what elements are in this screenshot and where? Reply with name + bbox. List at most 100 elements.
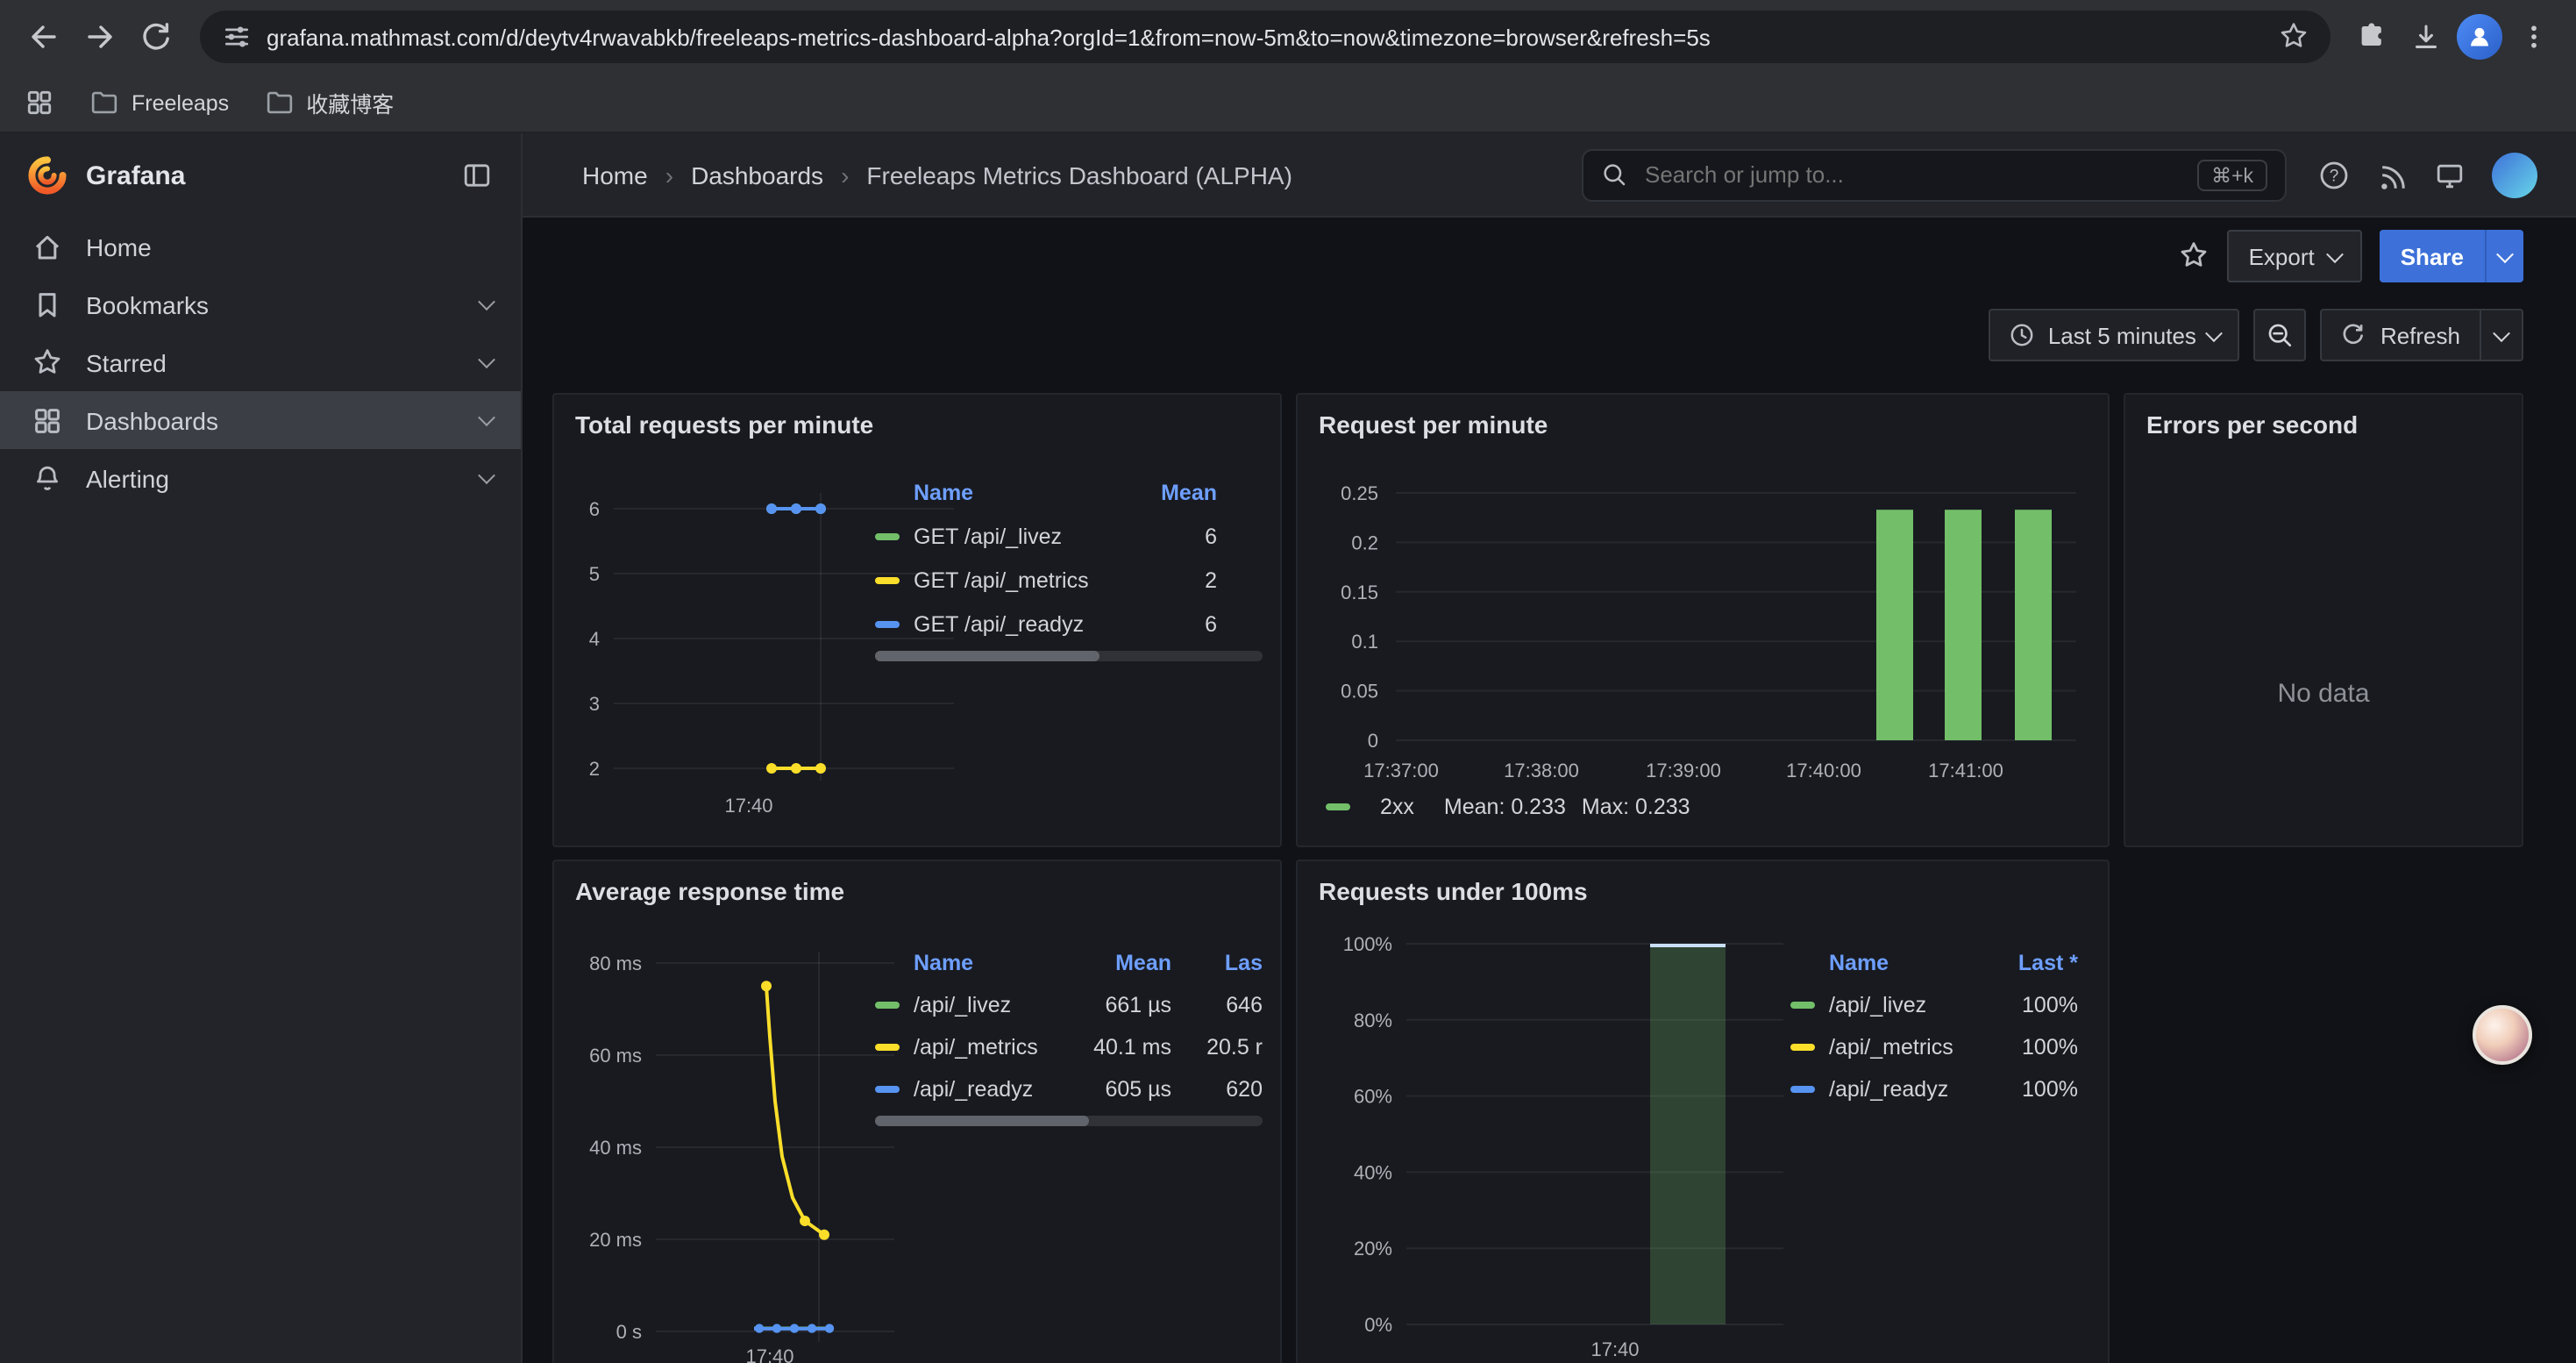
no-data-message: No data	[2125, 679, 2522, 709]
favorite-star-icon[interactable]	[2179, 240, 2210, 272]
avg-response-chart[interactable]: 80 ms60 ms40 ms20 ms0 s17:40	[572, 924, 914, 1363]
legend-column-header[interactable]: Name	[1790, 951, 1973, 975]
grafana-logo[interactable]	[28, 156, 67, 195]
legend-value: 100%	[1973, 1077, 2078, 1102]
legend-row[interactable]: GET /api/_metrics2	[875, 558, 1217, 602]
panel-errors-per-second: Errors per second No data	[2124, 393, 2523, 847]
svg-text:0: 0	[1368, 730, 1378, 752]
browser-menu-kebab-icon[interactable]	[2509, 12, 2558, 61]
news-rss-icon[interactable]	[2376, 159, 2408, 190]
help-icon[interactable]: ?	[2318, 159, 2350, 190]
legend-column-header[interactable]: Mean	[1105, 481, 1217, 505]
refresh-interval-caret[interactable]	[2480, 310, 2522, 360]
legend-row[interactable]: /api/_readyz605 µs620	[875, 1068, 1263, 1110]
legend-max: Max: 0.233	[1582, 795, 1690, 819]
zoom-out-button[interactable]	[2254, 309, 2307, 361]
legend-row[interactable]: GET /api/_livez6	[875, 514, 1217, 558]
legend-row[interactable]: /api/_livez661 µs646	[875, 984, 1263, 1026]
grafana-sidebar: Grafana Home Bookmarks	[0, 133, 523, 1363]
svg-text:17:40: 17:40	[724, 795, 772, 817]
chevron-down-icon[interactable]	[478, 293, 495, 310]
share-button[interactable]: Share	[2380, 230, 2523, 282]
sidebar-item-label: Dashboards	[86, 406, 218, 434]
floating-assistant-avatar[interactable]	[2473, 1005, 2532, 1065]
bookmark-star-icon[interactable]	[2278, 21, 2309, 53]
svg-text:0.05: 0.05	[1341, 681, 1378, 703]
series-color-dash	[1790, 1086, 1815, 1093]
legend-row[interactable]: /api/_metrics100%	[1790, 1026, 2078, 1068]
sidebar-item-home[interactable]: Home	[0, 218, 521, 275]
legend-column-header[interactable]: Last *	[1973, 951, 2078, 975]
legend-value: 100%	[1973, 993, 2078, 1017]
panel-title[interactable]: Errors per second	[2146, 410, 2358, 439]
request-rate-chart[interactable]: 0.250.20.150.10.05017:37:0017:38:0017:39…	[1319, 458, 2090, 791]
sidebar-item-starred[interactable]: Starred	[0, 333, 521, 391]
legend-series-name[interactable]: 2xx	[1380, 795, 1414, 819]
url-input[interactable]	[253, 24, 2278, 50]
dashboard-canvas: Last 5 minutes Refresh	[523, 295, 2576, 1363]
legend-series-name[interactable]: GET /api/_metrics	[875, 567, 1105, 592]
legend-row[interactable]: /api/_readyz100%	[1790, 1068, 2078, 1110]
series-color-dash	[1326, 803, 1350, 810]
bookmark-folder-blogs[interactable]: 收藏博客	[264, 86, 394, 119]
chevron-down-icon	[2326, 245, 2344, 262]
legend-series-name[interactable]: /api/_readyz	[875, 1077, 1066, 1102]
legend-column-header[interactable]: Name	[875, 481, 1105, 505]
panel-title[interactable]: Average response time	[575, 877, 844, 905]
legend-series-name[interactable]: /api/_readyz	[1790, 1077, 1973, 1102]
url-bar[interactable]	[200, 11, 2330, 63]
user-avatar[interactable]	[2492, 152, 2537, 197]
chevron-down-icon	[2493, 324, 2510, 341]
sidebar-item-bookmarks[interactable]: Bookmarks	[0, 275, 521, 333]
panel-title[interactable]: Requests under 100ms	[1319, 877, 1588, 905]
legend-series-name[interactable]: /api/_livez	[1790, 993, 1973, 1017]
search-box[interactable]: ⌘+k	[1582, 148, 2287, 201]
download-icon[interactable]	[2401, 12, 2450, 61]
folder-icon	[264, 88, 294, 118]
refresh-button[interactable]: Refresh	[2321, 309, 2523, 361]
panel-title[interactable]: Request per minute	[1319, 410, 1548, 439]
browser-profile-avatar[interactable]	[2457, 14, 2502, 60]
sidebar-item-alerting[interactable]: Alerting	[0, 449, 521, 507]
chevron-down-icon[interactable]	[478, 351, 495, 368]
legend-series-name[interactable]: GET /api/_readyz	[875, 611, 1105, 636]
apps-grid-icon[interactable]	[25, 88, 54, 118]
svg-text:80%: 80%	[1354, 1010, 1392, 1031]
legend-column-header[interactable]: Las	[1171, 951, 1263, 975]
forward-button[interactable]	[74, 11, 126, 63]
under-100ms-chart[interactable]: 100%80%60%40%20%0%17:40	[1319, 924, 1801, 1363]
breadcrumb-current: Freeleaps Metrics Dashboard (ALPHA)	[866, 161, 1292, 189]
legend-column-header[interactable]: Mean	[1066, 951, 1171, 975]
legend-scrollbar[interactable]	[875, 651, 1263, 661]
sidebar-item-dashboards[interactable]: Dashboards	[0, 391, 521, 449]
legend-row[interactable]: /api/_metrics40.1 ms20.5 r	[875, 1026, 1263, 1068]
legend-series-name[interactable]: /api/_metrics	[875, 1035, 1066, 1060]
monitor-kiosk-icon[interactable]	[2434, 159, 2466, 190]
breadcrumb-home[interactable]: Home	[582, 161, 648, 189]
chevron-down-icon[interactable]	[478, 467, 495, 484]
back-button[interactable]	[18, 11, 70, 63]
reload-button[interactable]	[130, 11, 182, 63]
legend-series-name[interactable]: /api/_livez	[875, 993, 1066, 1017]
svg-text:80 ms: 80 ms	[589, 953, 642, 974]
time-range-picker[interactable]: Last 5 minutes	[1989, 309, 2240, 361]
search-icon	[1601, 161, 1627, 188]
sidebar-toggle-icon[interactable]	[461, 160, 493, 191]
export-button[interactable]: Export	[2228, 230, 2362, 282]
breadcrumb-dashboards[interactable]: Dashboards	[691, 161, 823, 189]
legend-row[interactable]: /api/_livez100%	[1790, 984, 2078, 1026]
share-caret[interactable]	[2485, 230, 2523, 282]
legend-series-name[interactable]: /api/_metrics	[1790, 1035, 1973, 1060]
panel-title[interactable]: Total requests per minute	[575, 410, 873, 439]
legend-row[interactable]: GET /api/_readyz6	[875, 602, 1217, 646]
search-input[interactable]	[1641, 160, 2183, 189]
svg-text:20%: 20%	[1354, 1238, 1392, 1260]
bookmark-folder-freeleaps[interactable]: Freeleaps	[89, 88, 229, 118]
legend-series-name[interactable]: GET /api/_livez	[875, 524, 1105, 548]
svg-text:17:40: 17:40	[745, 1345, 793, 1363]
legend-scrollbar[interactable]	[875, 1116, 1263, 1126]
chevron-down-icon[interactable]	[478, 409, 495, 426]
legend-column-header[interactable]: Name	[875, 951, 1066, 975]
site-settings-icon[interactable]	[221, 21, 253, 53]
extensions-icon[interactable]	[2348, 12, 2397, 61]
